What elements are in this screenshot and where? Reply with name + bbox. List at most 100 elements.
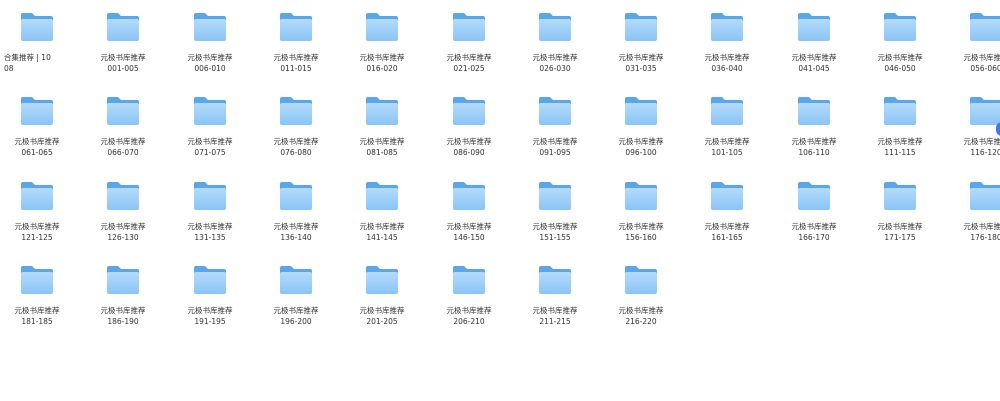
folder-item[interactable]: 元极书库推荐 016-020 xyxy=(345,6,419,86)
folder-item[interactable]: 元极书库推荐 136-140 xyxy=(259,175,333,255)
folder-label: 元极书库推荐 111-115 xyxy=(863,136,937,158)
folder-item[interactable]: 元极书库推荐 126-130 xyxy=(86,175,160,255)
folder-label-line2: 026-030 xyxy=(539,64,571,73)
folder-label-line1: 元极书库推荐 xyxy=(532,306,578,315)
folder-icon xyxy=(883,12,917,42)
folder-icon xyxy=(624,181,658,211)
folder-item[interactable]: 元极书库推荐 056-060 xyxy=(949,6,1000,86)
folder-label-line1: 元极书库推荐 xyxy=(791,137,837,146)
folder-item[interactable]: 元极书库推荐 186-190 xyxy=(86,259,160,339)
folder-item[interactable]: 元极书库推荐 091-095 xyxy=(518,90,592,170)
folder-label-line2: 011-015 xyxy=(280,64,312,73)
folder-item[interactable]: 元极书库推荐 211-215 xyxy=(518,259,592,339)
folder-item-collection[interactable]: 合集推荐 | 10 08 xyxy=(0,6,74,86)
folder-item[interactable]: 元极书库推荐 106-110 xyxy=(777,90,851,170)
folder-label-line1: 元极书库推荐 xyxy=(532,53,578,62)
folder-item[interactable]: 元极书库推荐 061-065 xyxy=(0,90,74,170)
folder-icon xyxy=(538,12,572,42)
folder-item[interactable]: 元极书库推荐 086-090 xyxy=(432,90,506,170)
folder-label: 元极书库推荐 211-215 xyxy=(518,305,592,327)
folder-icon xyxy=(624,265,658,295)
folder-label-line2: 086-090 xyxy=(453,148,485,157)
folder-label-line1: 元极书库推荐 xyxy=(359,53,405,62)
folder-label-line1: 元极书库推荐 xyxy=(618,222,664,231)
folder-item[interactable]: 元极书库推荐 181-185 xyxy=(0,259,74,339)
folder-icon xyxy=(106,12,140,42)
folder-item[interactable]: 元极书库推荐 011-015 xyxy=(259,6,333,86)
folder-icon xyxy=(452,12,486,42)
folder-item[interactable]: 元极书库推荐 111-115 xyxy=(863,90,937,170)
folder-item[interactable]: 元极书库推荐 196-200 xyxy=(259,259,333,339)
folder-label: 元极书库推荐 086-090 xyxy=(432,136,506,158)
folder-label-line2: 211-215 xyxy=(539,317,571,326)
folder-item[interactable]: 元极书库推荐 151-155 xyxy=(518,175,592,255)
folder-item[interactable]: 元极书库推荐 146-150 xyxy=(432,175,506,255)
folder-label: 元极书库推荐 081-085 xyxy=(345,136,419,158)
folder-item[interactable]: 元极书库推荐 071-075 xyxy=(173,90,247,170)
folder-label: 元极书库推荐 126-130 xyxy=(86,221,160,243)
folder-label: 元极书库推荐 066-070 xyxy=(86,136,160,158)
folder-label-line1: 元极书库推荐 xyxy=(14,306,60,315)
folder-item[interactable]: 元极书库推荐 191-195 xyxy=(173,259,247,339)
folder-item[interactable]: 元极书库推荐 201-205 xyxy=(345,259,419,339)
folder-item[interactable]: 元极书库推荐 141-145 xyxy=(345,175,419,255)
folder-label-line2: 031-035 xyxy=(625,64,657,73)
folder-icon xyxy=(106,96,140,126)
folder-item[interactable]: 元极书库推荐 176-180 xyxy=(949,175,1000,255)
folder-item[interactable]: 元极书库推荐 161-165 xyxy=(690,175,764,255)
folder-item[interactable]: 元极书库推荐 076-080 xyxy=(259,90,333,170)
folder-label: 元极书库推荐 156-160 xyxy=(604,221,678,243)
folder-item[interactable]: 元极书库推荐 101-105 xyxy=(690,90,764,170)
folder-label: 元极书库推荐 031-035 xyxy=(604,52,678,74)
folder-label-line1: 元极书库推荐 xyxy=(187,137,233,146)
folder-label-line2: 006-010 xyxy=(194,64,226,73)
folder-item[interactable]: 元极书库推荐 131-135 xyxy=(173,175,247,255)
folder-icon xyxy=(538,265,572,295)
folder-icon xyxy=(365,265,399,295)
folder-item[interactable]: 元极书库推荐 096-100 xyxy=(604,90,678,170)
folder-item[interactable]: 元极书库推荐 116-120 xyxy=(949,90,1000,170)
folder-label-line2: 071-075 xyxy=(194,148,226,157)
folder-label-line1: 元极书库推荐 xyxy=(877,53,923,62)
folder-item[interactable]: 元极书库推荐 026-030 xyxy=(518,6,592,86)
folder-item[interactable]: 元极书库推荐 066-070 xyxy=(86,90,160,170)
folder-label-line1: 元极书库推荐 xyxy=(963,53,1000,62)
folder-item[interactable]: 元极书库推荐 001-005 xyxy=(86,6,160,86)
folder-label-line2: 121-125 xyxy=(21,233,53,242)
folder-label: 元极书库推荐 131-135 xyxy=(173,221,247,243)
folder-label-line2: 186-190 xyxy=(107,317,139,326)
folder-label: 元极书库推荐 016-020 xyxy=(345,52,419,74)
folder-item[interactable]: 元极书库推荐 036-040 xyxy=(690,6,764,86)
folder-icon xyxy=(710,181,744,211)
folder-item[interactable]: 元极书库推荐 206-210 xyxy=(432,259,506,339)
folder-label: 元极书库推荐 186-190 xyxy=(86,305,160,327)
folder-label-line2: 126-130 xyxy=(107,233,139,242)
folder-item[interactable]: 元极书库推荐 156-160 xyxy=(604,175,678,255)
folder-item[interactable]: 元极书库推荐 166-170 xyxy=(777,175,851,255)
folder-label-line2: 181-185 xyxy=(21,317,53,326)
folder-item[interactable]: 元极书库推荐 046-050 xyxy=(863,6,937,86)
folder-label-line2: 016-020 xyxy=(366,64,398,73)
folder-label: 元极书库推荐 216-220 xyxy=(604,305,678,327)
folder-item[interactable]: 元极书库推荐 081-085 xyxy=(345,90,419,170)
folder-icon xyxy=(279,12,313,42)
folder-label: 元极书库推荐 141-145 xyxy=(345,221,419,243)
folder-item[interactable]: 元极书库推荐 171-175 xyxy=(863,175,937,255)
scroll-handle[interactable] xyxy=(996,122,1000,136)
folder-label: 元极书库推荐 191-195 xyxy=(173,305,247,327)
folder-label-line1: 元极书库推荐 xyxy=(877,137,923,146)
folder-label-line1: 元极书库推荐 xyxy=(273,222,319,231)
folder-item[interactable]: 元极书库推荐 041-045 xyxy=(777,6,851,86)
folder-label-line1: 元极书库推荐 xyxy=(963,222,1000,231)
folder-item[interactable]: 元极书库推荐 121-125 xyxy=(0,175,74,255)
folder-label-line1: 元极书库推荐 xyxy=(187,53,233,62)
folder-item[interactable]: 元极书库推荐 216-220 xyxy=(604,259,678,339)
folder-icon xyxy=(279,96,313,126)
folder-item[interactable]: 元极书库推荐 031-035 xyxy=(604,6,678,86)
folder-label-line1: 元极书库推荐 xyxy=(187,306,233,315)
folder-label-line2: 171-175 xyxy=(884,233,916,242)
folder-item[interactable]: 元极书库推荐 021-025 xyxy=(432,6,506,86)
folder-label: 元极书库推荐 001-005 xyxy=(86,52,160,74)
folder-label: 元极书库推荐 161-165 xyxy=(690,221,764,243)
folder-item[interactable]: 元极书库推荐 006-010 xyxy=(173,6,247,86)
